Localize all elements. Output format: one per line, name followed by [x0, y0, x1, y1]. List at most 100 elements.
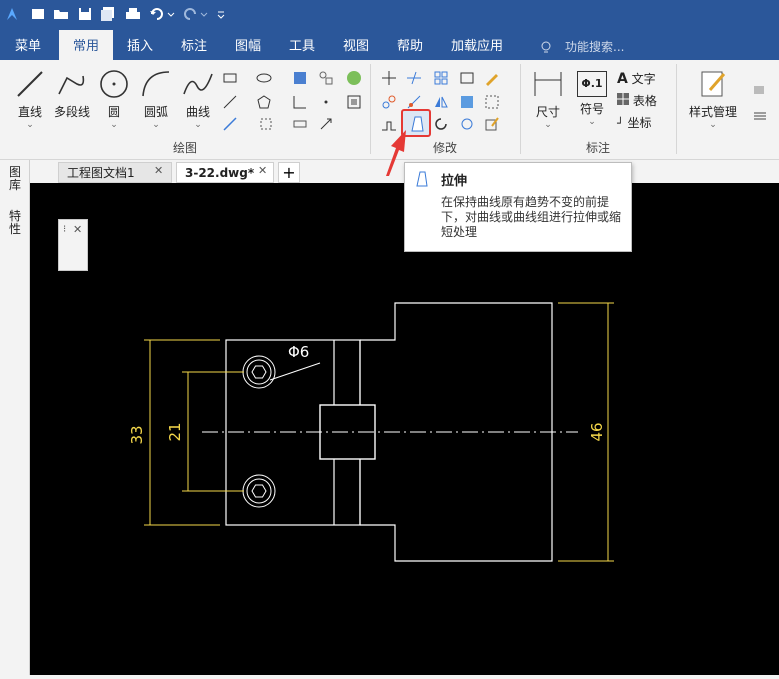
line-icon: [17, 71, 43, 97]
image-icon[interactable]: [346, 70, 362, 86]
table-icon: [617, 93, 629, 105]
more-icon[interactable]: [752, 108, 768, 124]
mirror-icon[interactable]: [433, 94, 449, 110]
coordinate-tool-button[interactable]: ┘ 坐标: [617, 114, 651, 131]
hole-circle: [242, 474, 276, 508]
chevron-down-icon: ⌄: [26, 120, 34, 130]
copy-icon[interactable]: [381, 94, 397, 110]
boundary-icon[interactable]: [346, 94, 362, 110]
tooltip-title: 拉伸: [441, 174, 468, 189]
explode-icon[interactable]: [484, 94, 500, 110]
tab-addins[interactable]: 加载应用: [451, 30, 503, 60]
style-manager-button[interactable]: 样式管理 ⌄: [682, 68, 744, 130]
hex-nut: [251, 484, 267, 498]
arc-tool-button[interactable]: 圆弧 ⌄: [136, 68, 176, 130]
hatch-icon[interactable]: [292, 70, 308, 86]
dimension-group-label: 标注: [586, 141, 611, 155]
tab-insert[interactable]: 插入: [127, 30, 153, 60]
polyline-tool-label: 多段线: [53, 105, 90, 119]
break-icon[interactable]: [459, 116, 475, 132]
rectangle-icon[interactable]: [222, 70, 238, 86]
polyline-tool-button[interactable]: 多段线: [50, 68, 94, 120]
cad-drawing: Φ6 33 21 46: [128, 302, 614, 562]
dimension-21-label: 21: [166, 422, 184, 441]
rotate-icon[interactable]: [433, 116, 449, 132]
undo-icon[interactable]: [149, 6, 165, 22]
dimension-icon: [534, 72, 562, 96]
drawing-canvas[interactable]: Φ6 33 21 46: [30, 183, 779, 675]
redo-dropdown-icon[interactable]: [199, 6, 209, 22]
curve-tool-label: 曲线: [185, 105, 210, 119]
centerline-icon[interactable]: [222, 94, 238, 110]
array-icon[interactable]: [433, 70, 449, 86]
construction-line-icon[interactable]: [222, 116, 238, 132]
layer-icon[interactable]: [752, 82, 768, 98]
title-bar: [0, 0, 779, 30]
customize-quick-access-icon[interactable]: [216, 6, 226, 22]
group-separator: [676, 64, 677, 154]
ellipse-icon[interactable]: [256, 70, 272, 86]
trim-icon[interactable]: [406, 70, 422, 86]
coordinate-tool-label: 坐标: [627, 116, 652, 130]
hex-nut: [251, 365, 267, 379]
app-logo-icon[interactable]: [4, 6, 20, 22]
spline-icon: [183, 73, 213, 95]
tab-tools[interactable]: 工具: [289, 30, 315, 60]
edit-icon[interactable]: [484, 116, 500, 132]
symbol-tool-button[interactable]: Φ.1 符号 ⌄: [572, 68, 612, 127]
point-icon[interactable]: [318, 94, 334, 110]
tab-common[interactable]: 常用: [59, 30, 113, 60]
curve-tool-button[interactable]: 曲线 ⌄: [178, 68, 218, 130]
tab-frame[interactable]: 图幅: [235, 30, 261, 60]
arrow-icon[interactable]: [318, 116, 334, 132]
tab-menu[interactable]: 菜单: [15, 30, 41, 60]
chevron-down-icon: ⌄: [544, 120, 552, 130]
line-tool-label: 直线: [17, 105, 42, 119]
line-tool-button[interactable]: 直线 ⌄: [10, 68, 50, 130]
text-tool-button[interactable]: A 文字: [617, 70, 656, 87]
style-manager-icon: [701, 71, 726, 97]
coordinate-icon: ┘: [617, 117, 624, 130]
group-separator: [520, 64, 521, 154]
library-panel-tab[interactable]: 图库: [9, 166, 23, 192]
function-search-input[interactable]: 功能搜索...: [565, 30, 624, 60]
offset-icon[interactable]: [459, 70, 475, 86]
screw-icon[interactable]: [292, 116, 308, 132]
group-separator: [370, 64, 371, 154]
close-icon[interactable]: ✕: [154, 164, 163, 177]
save-icon[interactable]: [77, 6, 93, 22]
close-icon[interactable]: ✕: [73, 223, 82, 236]
new-tab-button[interactable]: +: [278, 162, 300, 183]
pencil-icon[interactable]: [484, 70, 500, 86]
chamfer-icon[interactable]: [292, 94, 308, 110]
save-all-icon[interactable]: [100, 6, 116, 22]
table-tool-button[interactable]: 表格: [617, 92, 657, 109]
dimension-tool-button[interactable]: 尺寸 ⌄: [528, 68, 568, 130]
symbol-tool-label: 符号: [579, 102, 604, 116]
redo-icon[interactable]: [182, 6, 198, 22]
floating-panel[interactable]: ⁝ ✕: [58, 219, 88, 271]
region-icon[interactable]: [258, 116, 274, 132]
tooltip-description: 在保持曲线原有趋势不变的前提下，对曲线或曲线组进行拉伸或缩短处理: [441, 195, 622, 239]
close-icon[interactable]: ✕: [258, 164, 267, 177]
dimension-46-label: 46: [588, 422, 606, 441]
dimension-tool-label: 尺寸: [535, 105, 560, 119]
tab-help[interactable]: 帮助: [397, 30, 423, 60]
hole-circle: [246, 478, 272, 504]
properties-panel-tab[interactable]: 特性: [9, 210, 23, 236]
extend-icon[interactable]: [406, 94, 422, 110]
print-icon[interactable]: [125, 6, 141, 22]
open-folder-icon[interactable]: [53, 6, 69, 22]
move-icon[interactable]: [381, 70, 397, 86]
circle-tool-button[interactable]: 圆 ⌄: [96, 68, 132, 130]
block-icon[interactable]: [318, 70, 334, 86]
scale-icon[interactable]: [459, 94, 475, 110]
new-file-icon[interactable]: [30, 6, 46, 22]
tab-annotate[interactable]: 标注: [181, 30, 207, 60]
panel-grip-icon[interactable]: ⁝: [63, 224, 66, 235]
hole-circle: [242, 355, 276, 389]
polygon-icon[interactable]: [256, 94, 272, 110]
polyline-icon: [58, 75, 85, 95]
tab-view[interactable]: 视图: [343, 30, 369, 60]
undo-dropdown-icon[interactable]: [166, 6, 176, 22]
